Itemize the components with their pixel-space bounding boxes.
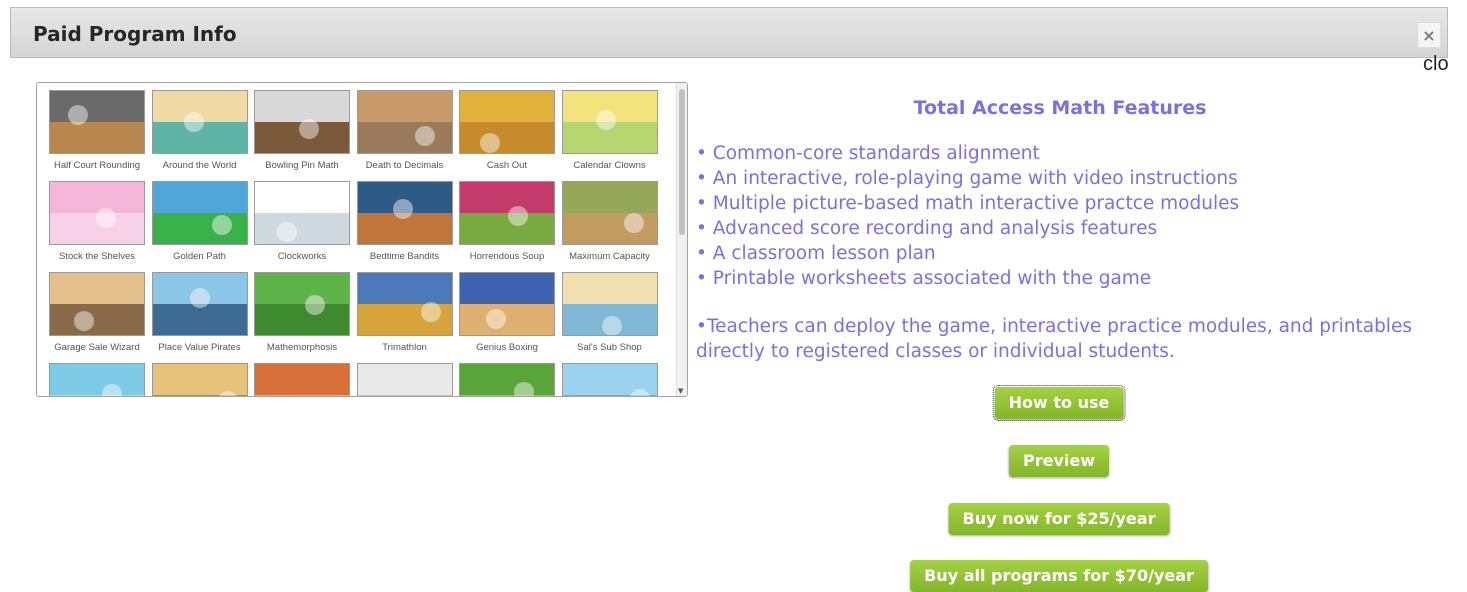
teachers-note: •Teachers can deploy the game, interacti… [696,316,1412,362]
game-label[interactable]: Cash Out [453,160,561,171]
game-label[interactable]: Bowling Pin Math [248,160,356,171]
game-thumbnail[interactable] [254,181,350,245]
game-thumbnail[interactable] [151,181,248,245]
game-tile[interactable]: Half Court Rounding [49,90,145,174]
game-tile[interactable]: Garage Sale Wizard [49,272,145,356]
game-thumbnail[interactable] [49,363,145,396]
game-tile[interactable]: Place Value Pirates [151,272,248,356]
feature-item: • Common-core standards alignment [696,143,1040,164]
game-label[interactable]: Trimathlon [351,342,459,353]
features-list: • Common-core standards alignment • An in… [696,141,1239,291]
features-title: Total Access Math Features [913,97,1207,119]
game-label[interactable]: Death to Decimals [351,160,459,171]
feature-item: • Advanced score recording and analysis … [696,218,1158,239]
game-tile[interactable] [356,363,453,396]
game-thumbnail[interactable] [459,90,555,154]
buy-all-programs-button[interactable]: Buy all programs for $70/year [910,560,1208,592]
dialog-titlebar: Paid Program Info [10,7,1448,58]
game-thumbnail[interactable] [151,90,248,154]
game-thumbnail[interactable] [561,90,658,154]
game-tile[interactable] [49,363,145,396]
feature-item: • An interactive, role-playing game with… [696,168,1238,189]
game-thumbnail[interactable] [151,272,248,336]
game-thumbnail[interactable] [356,181,453,245]
game-label[interactable]: Mathemorphosis [248,342,356,353]
feature-item: • Multiple picture-based math interactiv… [696,193,1240,214]
game-label[interactable]: Place Value Pirates [146,342,254,353]
gallery-scrollbar[interactable]: ▼ [676,83,687,396]
game-label[interactable]: Around the World [146,160,254,171]
game-thumbnail[interactable] [49,181,145,245]
game-tile[interactable]: Maximum Capacity [561,181,658,265]
game-thumbnail[interactable] [459,272,555,336]
game-tile[interactable]: Genius Boxing [459,272,555,356]
game-thumbnail[interactable] [254,272,350,336]
scrollbar-thumb[interactable] [679,89,685,235]
game-thumbnail[interactable] [254,90,350,154]
game-tile[interactable]: Calendar Clowns [561,90,658,174]
how-to-use-button[interactable]: How to use [992,385,1126,421]
game-label[interactable]: Garage Sale Wizard [43,342,151,353]
game-tile[interactable]: Bedtime Bandits [356,181,453,265]
game-tile[interactable]: Mathemorphosis [254,272,350,356]
game-thumbnail[interactable] [561,272,658,336]
game-label[interactable]: Stock the Shelves [43,251,151,262]
game-thumbnail[interactable] [49,272,145,336]
preview-button[interactable]: Preview [1008,445,1110,477]
game-thumbnail[interactable] [356,363,453,396]
feature-item: • A classroom lesson plan [696,243,936,264]
game-label[interactable]: Half Court Rounding [43,160,151,171]
game-thumbnail[interactable] [356,90,453,154]
game-tile[interactable] [254,363,350,396]
game-tile[interactable] [151,363,248,396]
game-tile[interactable]: Cash Out [459,90,555,174]
buy-now-button[interactable]: Buy now for $25/year [948,503,1170,535]
game-tile[interactable]: Golden Path [151,181,248,265]
game-tile[interactable] [561,363,658,396]
game-gallery[interactable]: Half Court Rounding Around the World Bowli… [36,82,688,397]
game-thumbnail[interactable] [151,363,248,396]
game-tile[interactable]: Around the World [151,90,248,174]
game-label[interactable]: Maximum Capacity [556,251,664,262]
game-tile[interactable]: Horrendous Soup [459,181,555,265]
close-link[interactable]: clo [1423,53,1449,76]
dialog-title: Paid Program Info [33,22,237,46]
game-tile[interactable]: Death to Decimals [356,90,453,174]
close-icon[interactable]: × [1417,22,1441,48]
game-label[interactable]: Sal's Sub Shop [556,342,664,353]
game-thumbnail[interactable] [49,90,145,154]
game-thumbnail[interactable] [561,181,658,245]
game-label[interactable]: Calendar Clowns [556,160,664,171]
scroll-down-icon[interactable]: ▼ [678,387,683,395]
game-tile[interactable]: Sal's Sub Shop [561,272,658,356]
game-label[interactable]: Genius Boxing [453,342,561,353]
game-thumbnail[interactable] [561,363,658,396]
game-tile[interactable] [459,363,555,396]
game-tile[interactable]: Trimathlon [356,272,453,356]
game-label[interactable]: Golden Path [146,251,254,262]
game-tile[interactable]: Clockworks [254,181,350,265]
game-tile[interactable]: Stock the Shelves [49,181,145,265]
game-thumbnail[interactable] [459,363,555,396]
game-thumbnail[interactable] [356,272,453,336]
game-label[interactable]: Bedtime Bandits [351,251,459,262]
feature-item: • Printable worksheets associated with t… [696,268,1152,289]
game-thumbnail[interactable] [254,363,350,396]
game-label[interactable]: Horrendous Soup [453,251,561,262]
game-label[interactable]: Clockworks [248,251,356,262]
game-tile[interactable]: Bowling Pin Math [254,90,350,174]
game-thumbnail[interactable] [459,181,555,245]
